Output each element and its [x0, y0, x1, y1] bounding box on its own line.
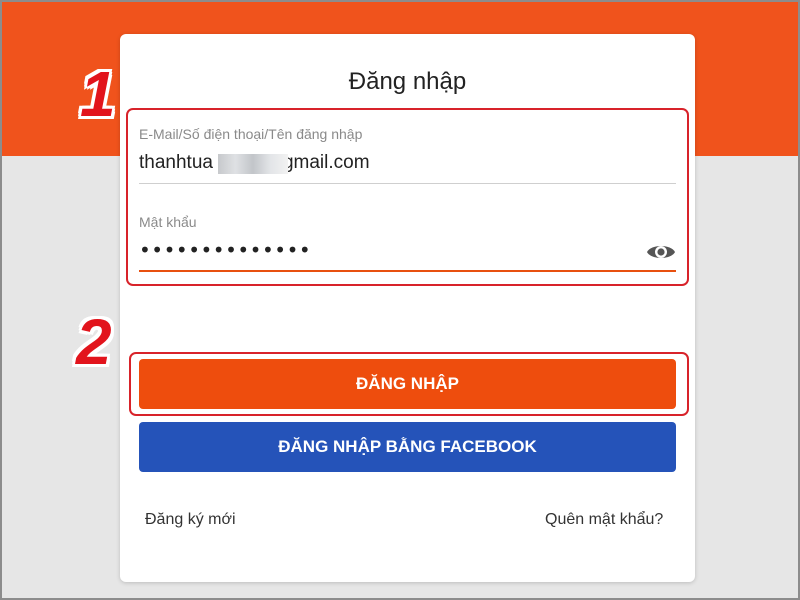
step-1-marker: 1 [80, 58, 116, 130]
login-button-highlight [129, 352, 689, 416]
credentials-highlight [126, 108, 689, 286]
facebook-login-button[interactable]: ĐĂNG NHẬP BẰNG FACEBOOK [139, 422, 676, 472]
forgot-password-link[interactable]: Quên mật khẩu? [545, 511, 663, 529]
step-2-marker: 2 [76, 306, 112, 378]
signup-link[interactable]: Đăng ký mới [145, 511, 236, 529]
login-title: Đăng nhập [348, 68, 467, 95]
